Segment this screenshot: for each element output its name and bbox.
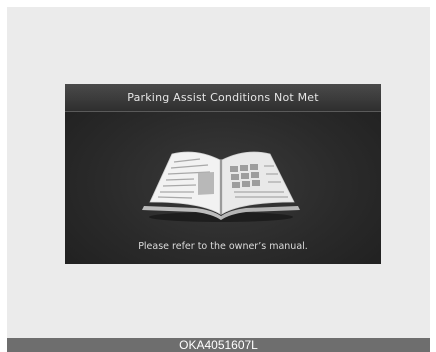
dialog-message: Please refer to the owner’s manual. (138, 241, 308, 252)
dialog-title: Parking Assist Conditions Not Met (127, 91, 319, 104)
figure-page: Parking Assist Conditions Not Met Please… (0, 0, 436, 352)
display-screen: Parking Assist Conditions Not Met Please… (65, 84, 381, 264)
figure-code: OKA4051607L (179, 338, 258, 352)
dialog-title-bar: Parking Assist Conditions Not Met (65, 84, 381, 112)
open-book-icon (142, 151, 300, 222)
figure-caption-bar: OKA4051607L (7, 338, 430, 352)
